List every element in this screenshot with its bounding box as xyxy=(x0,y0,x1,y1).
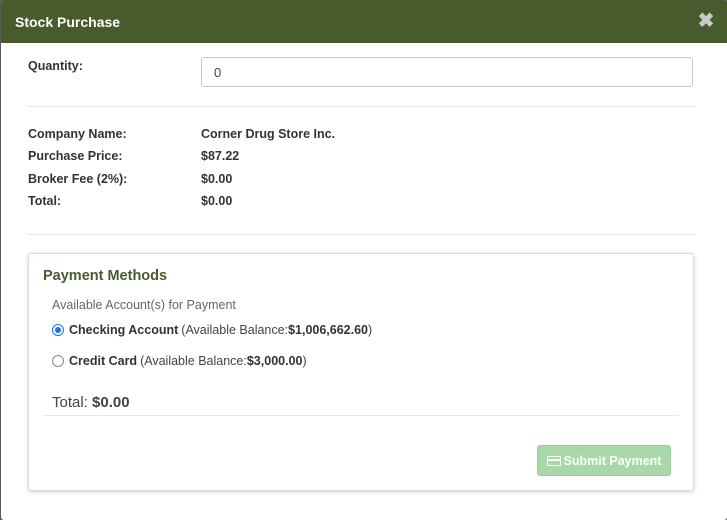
payment-total-value: $0.00 xyxy=(92,394,130,412)
checking-balance-prefix: (Available Balance: xyxy=(181,323,289,338)
payment-total: Total: $0.00 xyxy=(52,394,679,415)
submit-payment-button[interactable]: Submit Payment xyxy=(537,445,671,477)
modal-title: Stock Purchase xyxy=(15,13,121,30)
credit-card-account-name: Credit Card xyxy=(69,354,138,369)
purchase-price-value: $87.22 xyxy=(201,149,240,164)
available-accounts-label: Available Account(s) for Payment xyxy=(52,298,236,313)
broker-fee-value: $0.00 xyxy=(201,171,233,186)
checking-balance: $1,006,662.60 xyxy=(288,323,369,338)
credit-card-balance-prefix: (Available Balance: xyxy=(140,354,247,369)
detail-row-company: Company Name: Corner Drug Store Inc. xyxy=(28,123,695,145)
total-value: $0.00 xyxy=(201,194,233,209)
credit-card-balance: $3,000.00 xyxy=(246,354,303,369)
credit-card-radio[interactable] xyxy=(52,355,64,368)
payment-methods-title: Payment Methods xyxy=(43,268,168,285)
detail-row-price: Purchase Price: $87.22 xyxy=(28,145,695,167)
payment-total-label: Total: xyxy=(52,394,93,412)
company-name-label: Company Name: xyxy=(28,127,127,142)
account-option-checking[interactable]: Checking Account (Available Balance: $1,… xyxy=(52,323,679,337)
modal-header: Stock Purchase ✖ xyxy=(1,0,727,43)
stock-purchase-modal: Stock Purchase ✖ Quantity: Company Name:… xyxy=(1,0,727,520)
modal-body: Quantity: Company Name: Corner Drug Stor… xyxy=(1,43,727,492)
quantity-input[interactable] xyxy=(201,57,693,87)
account-option-credit-card[interactable]: Credit Card (Available Balance: $3,000.0… xyxy=(52,354,679,368)
credit-card-icon xyxy=(546,455,561,466)
detail-row-total: Total: $0.00 xyxy=(28,190,695,212)
quantity-label: Quantity: xyxy=(28,59,83,73)
checking-account-name: Checking Account xyxy=(69,323,179,338)
total-label: Total: xyxy=(28,194,62,209)
checking-balance-suffix: ) xyxy=(368,323,373,338)
payment-methods-panel: Payment Methods Available Account(s) for… xyxy=(28,253,694,492)
quantity-row: Quantity: xyxy=(28,43,695,106)
broker-fee-label: Broker Fee (2%): xyxy=(28,171,128,186)
credit-card-balance-suffix: ) xyxy=(302,354,307,369)
close-icon[interactable]: ✖ xyxy=(697,11,715,31)
checking-radio[interactable] xyxy=(52,324,64,337)
submit-payment-label: Submit Payment xyxy=(563,453,662,468)
company-name-value: Corner Drug Store Inc. xyxy=(201,127,336,142)
purchase-price-label: Purchase Price: xyxy=(28,149,123,164)
detail-row-broker-fee: Broker Fee (2%): $0.00 xyxy=(28,168,695,190)
divider xyxy=(43,415,679,417)
divider xyxy=(28,234,694,236)
purchase-details: Company Name: Corner Drug Store Inc. Pur… xyxy=(28,107,695,234)
